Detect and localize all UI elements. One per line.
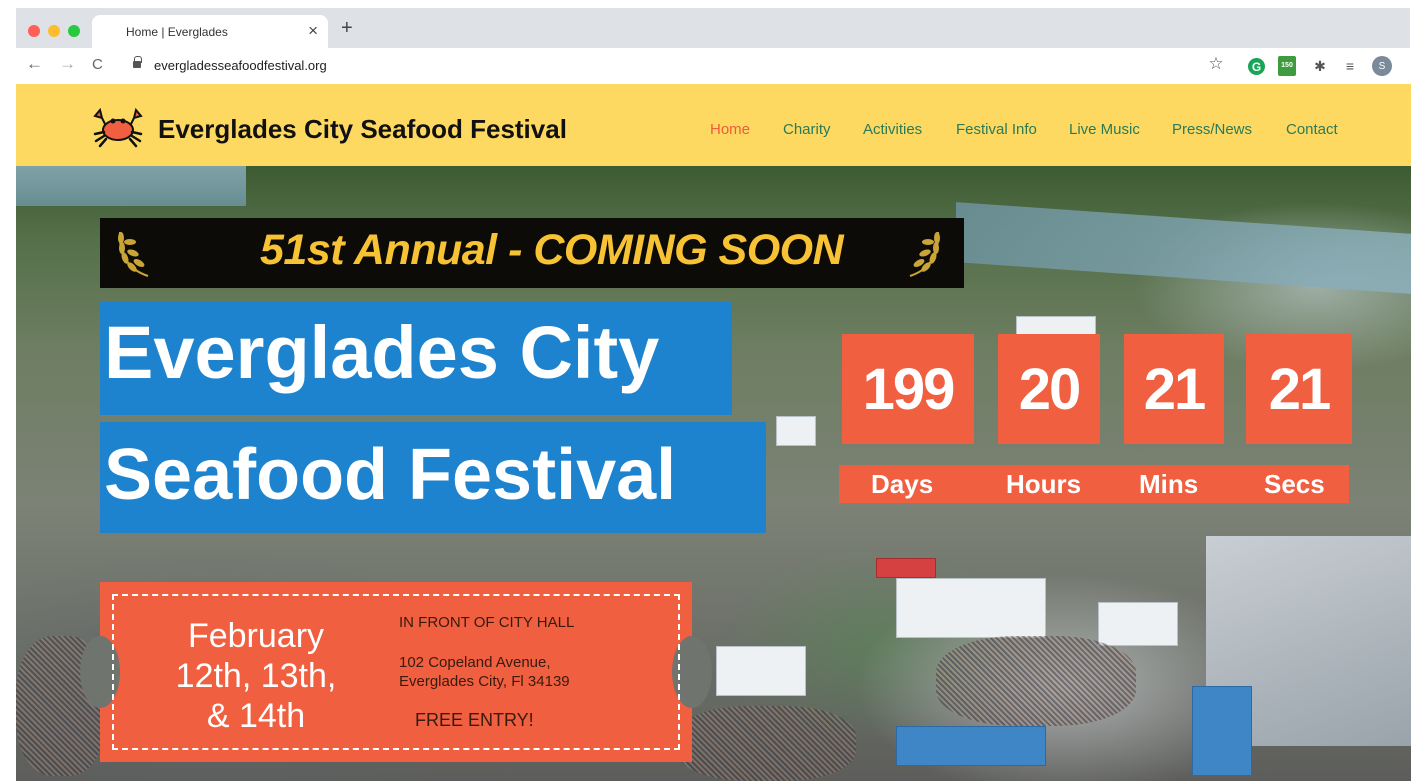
- event-date-line-1: February: [187, 617, 325, 655]
- hero-section: 51st Annual - COMING SOON Everglades Cit…: [16, 166, 1411, 781]
- tab-strip: Home | Everglades × +: [16, 8, 1410, 48]
- banner-text: 51st Annual - COMING SOON: [260, 226, 844, 274]
- browser-chrome: Home | Everglades × + ← → C evergladesse…: [16, 8, 1410, 84]
- laurel-left-icon: [118, 231, 149, 277]
- back-button[interactable]: ←: [26, 54, 43, 74]
- profile-avatar[interactable]: S: [1372, 56, 1392, 76]
- hero-title-line-1: Everglades City: [100, 302, 732, 415]
- coming-soon-banner: 51st Annual - COMING SOON: [100, 218, 964, 288]
- close-tab-icon[interactable]: ×: [308, 21, 318, 41]
- countdown-days-label: Days: [871, 469, 934, 499]
- countdown-hours-value: 20: [998, 334, 1100, 444]
- nav-festival-info[interactable]: Festival Info: [956, 121, 1037, 138]
- free-entry-text: FREE ENTRY!: [415, 710, 534, 730]
- nav-contact[interactable]: Contact: [1286, 121, 1338, 138]
- event-date-line-3: & 14th: [206, 697, 306, 735]
- counter-extension-icon[interactable]: 150: [1278, 56, 1296, 76]
- bookmark-star-icon[interactable]: ☆: [1206, 54, 1226, 74]
- close-window-button[interactable]: [28, 25, 40, 37]
- hero-title-line-2: Seafood Festival: [100, 422, 766, 533]
- nav-press-news[interactable]: Press/News: [1172, 121, 1252, 138]
- site-title[interactable]: Everglades City Seafood Festival: [158, 114, 567, 145]
- festival-tent: [1098, 602, 1178, 646]
- countdown-mins-value: 21: [1124, 334, 1224, 444]
- browser-tab[interactable]: Home | Everglades ×: [92, 15, 328, 48]
- water-background: [16, 166, 246, 206]
- location-heading: IN FRONT OF CITY HALL: [399, 614, 575, 631]
- countdown-labels: Days Hours Mins Secs: [839, 465, 1349, 503]
- festival-tent: [1192, 686, 1252, 776]
- grammarly-extension-icon[interactable]: G: [1248, 58, 1265, 75]
- extensions-puzzle-icon[interactable]: ✱: [1310, 56, 1330, 76]
- site-header: Everglades City Seafood Festival Home Ch…: [16, 84, 1411, 166]
- event-ticket: February 12th, 13th, & 14th IN FRONT OF …: [80, 582, 712, 762]
- event-date-line-2: 12th, 13th,: [175, 657, 337, 695]
- maximize-window-button[interactable]: [68, 25, 80, 37]
- festival-tent: [776, 416, 816, 446]
- countdown-hours-label: Hours: [1006, 469, 1082, 499]
- tab-title: Home | Everglades: [126, 25, 228, 39]
- address-bar[interactable]: evergladesseafoodfestival.org: [154, 58, 327, 73]
- media-control-icon[interactable]: ≡: [1340, 56, 1360, 76]
- event-dates: February 12th, 13th, & 14th: [166, 616, 346, 736]
- festival-tent: [896, 726, 1046, 766]
- crowd: [676, 706, 856, 781]
- address-line-2: Everglades City, Fl 34139: [399, 673, 570, 690]
- countdown-days-value: 199: [842, 334, 974, 444]
- festival-tent: [896, 578, 1046, 638]
- nav-home[interactable]: Home: [710, 121, 750, 138]
- festival-tent: [1016, 316, 1096, 336]
- lock-icon[interactable]: [133, 56, 142, 68]
- forward-button[interactable]: →: [59, 54, 76, 74]
- river-background: [956, 202, 1411, 294]
- festival-tent: [876, 558, 936, 578]
- countdown-secs-value: 21: [1246, 334, 1352, 444]
- nav-charity[interactable]: Charity: [783, 121, 831, 138]
- countdown-secs-label: Secs: [1264, 469, 1325, 499]
- new-tab-button[interactable]: +: [341, 17, 353, 40]
- reload-button[interactable]: C: [92, 56, 103, 73]
- minimize-window-button[interactable]: [48, 25, 60, 37]
- window-controls: [28, 25, 80, 37]
- browser-toolbar: ← → C evergladesseafoodfestival.org ☆ G …: [16, 48, 1410, 84]
- festival-tent: [716, 646, 806, 696]
- address-line-1: 102 Copeland Avenue,: [399, 654, 551, 671]
- crab-logo-icon[interactable]: [92, 104, 144, 148]
- nav-live-music[interactable]: Live Music: [1069, 121, 1140, 138]
- countdown-mins-label: Mins: [1139, 469, 1199, 499]
- laurel-right-icon: [909, 231, 940, 277]
- crowd: [936, 636, 1136, 726]
- nav-activities[interactable]: Activities: [863, 121, 922, 138]
